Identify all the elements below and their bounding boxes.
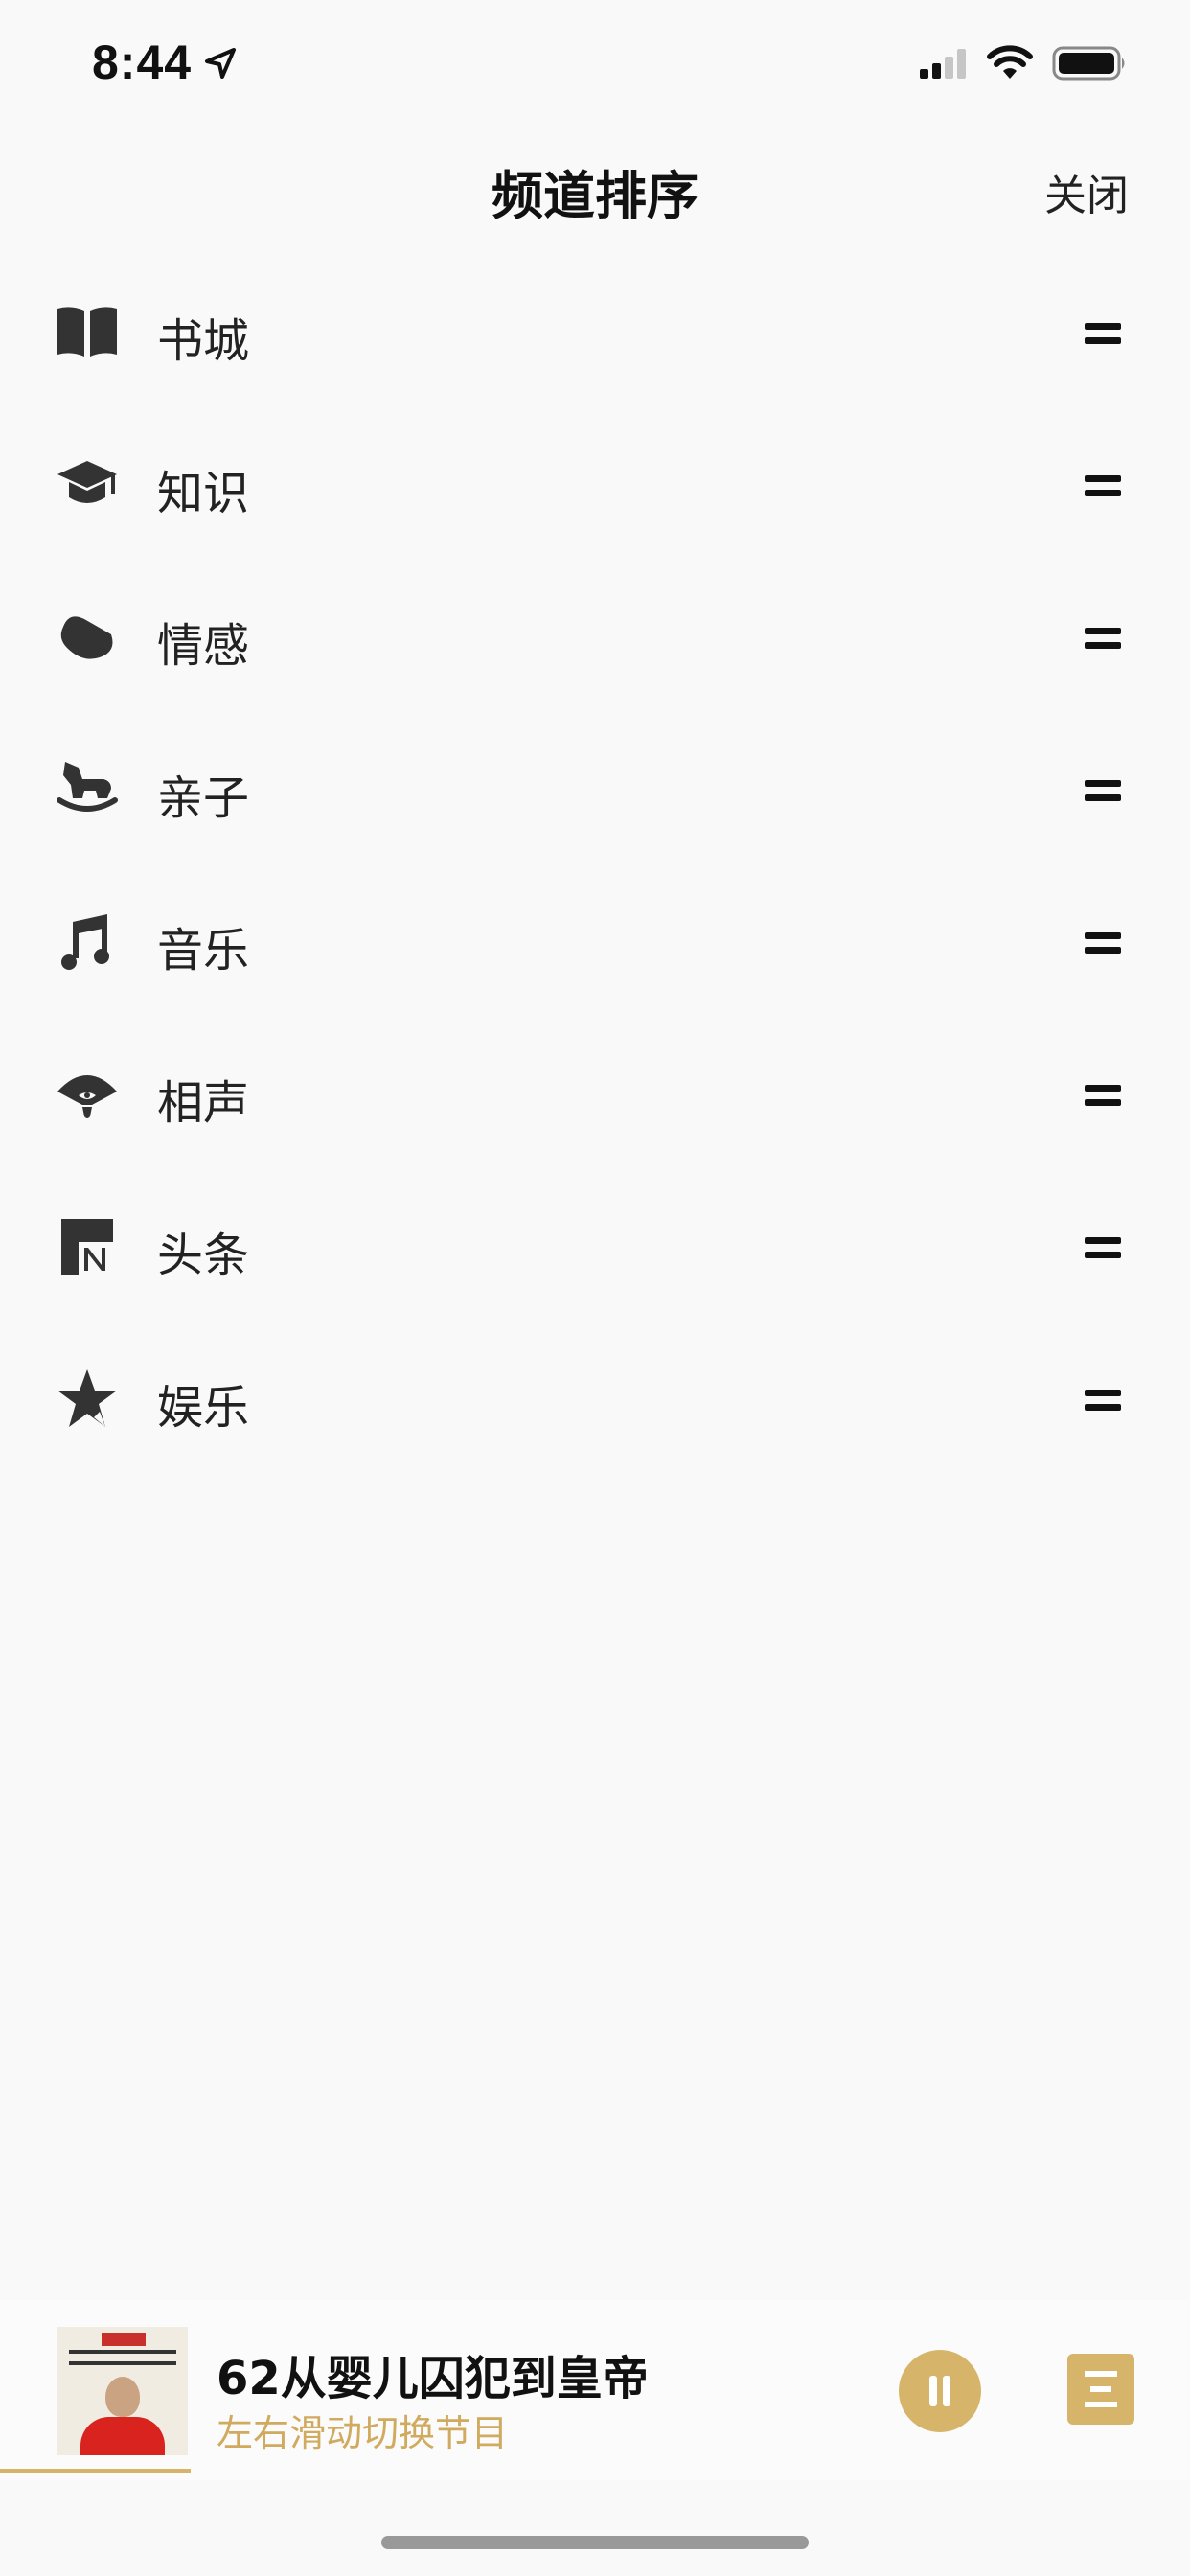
channel-row-xiangsheng[interactable]: 相声 (0, 1015, 1190, 1167)
channel-row-toutiao[interactable]: 头条 (0, 1167, 1190, 1320)
cover-person (105, 2377, 140, 2417)
track-hint: 左右滑动切换节目 (217, 2412, 509, 2454)
news-icon (61, 1219, 113, 1275)
channel-label: 知识 (157, 467, 250, 520)
drag-handle[interactable] (1085, 320, 1121, 349)
channel-label: 头条 (157, 1229, 250, 1282)
cover-person-body (80, 2417, 165, 2455)
open-book-icon (57, 307, 117, 356)
drag-handle[interactable] (1085, 1082, 1121, 1111)
channel-label: 音乐 (157, 924, 250, 978)
drag-handle[interactable] (1085, 625, 1121, 654)
heart-icon (60, 616, 113, 659)
graduation-cap-icon (57, 461, 117, 503)
channel-label: 书城 (157, 314, 250, 368)
channel-label: 亲子 (157, 771, 250, 825)
drag-handle[interactable] (1085, 1234, 1121, 1263)
status-bar: 8:44 (0, 0, 1190, 126)
cellular-signal-icon (920, 49, 966, 79)
drag-handle[interactable] (1085, 472, 1121, 501)
channel-list: 书城 知识 情感 亲子 音乐 相声 头条 娱乐 (0, 253, 1190, 1472)
channel-row-qinggan[interactable]: 情感 (0, 558, 1190, 710)
channel-row-yinyue[interactable]: 音乐 (0, 862, 1190, 1015)
channel-row-shucheng[interactable]: 书城 (0, 253, 1190, 405)
rocking-horse-icon (57, 762, 118, 812)
screen: 8:44 频道排序 关闭 书城 知识 情感 亲子 音乐 相声 头条 娱乐 62从… (0, 0, 1190, 2576)
pause-button[interactable] (899, 2350, 981, 2432)
location-arrow-icon (205, 48, 236, 79)
folding-fan-icon (57, 1075, 117, 1118)
wifi-icon (987, 45, 1033, 79)
drag-handle[interactable] (1085, 1387, 1121, 1415)
channel-label: 相声 (157, 1076, 250, 1130)
drag-handle[interactable] (1085, 930, 1121, 958)
star-icon (57, 1369, 117, 1427)
mini-player[interactable]: 62从婴儿囚犯到皇帝 左右滑动切换节目 (0, 2300, 1190, 2480)
channel-row-yule[interactable]: 娱乐 (0, 1320, 1190, 1472)
cover-title-art (69, 2350, 176, 2365)
channel-row-qinzi[interactable]: 亲子 (0, 710, 1190, 862)
album-cover[interactable] (57, 2327, 188, 2455)
channel-row-zhishi[interactable]: 知识 (0, 405, 1190, 558)
playlist-button[interactable] (1067, 2354, 1134, 2425)
channel-label: 情感 (157, 619, 250, 673)
home-indicator[interactable] (381, 2536, 809, 2549)
track-title: 62从婴儿囚犯到皇帝 (217, 2352, 649, 2405)
cover-banner (102, 2333, 146, 2346)
music-note-icon (61, 914, 109, 970)
battery-icon (1052, 46, 1125, 80)
page-title: 频道排序 (492, 166, 698, 226)
close-button[interactable]: 关闭 (1044, 161, 1129, 222)
drag-handle[interactable] (1085, 777, 1121, 806)
channel-label: 娱乐 (157, 1381, 250, 1435)
playback-progress-bar (0, 2469, 191, 2473)
status-time: 8:44 (92, 35, 193, 89)
